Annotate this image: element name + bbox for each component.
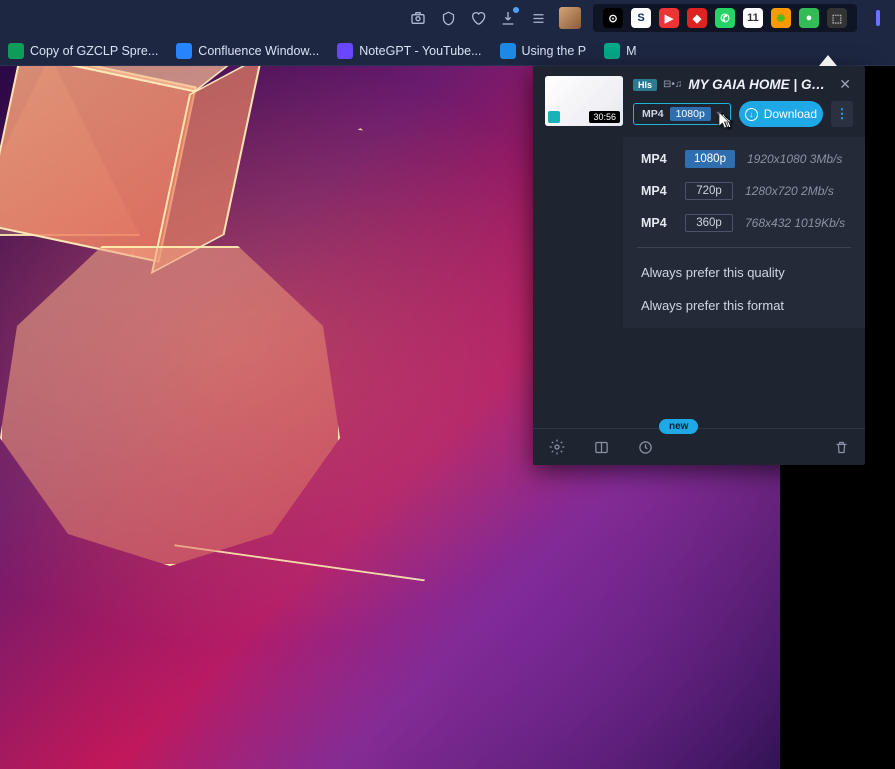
bookmark-item[interactable]: Copy of GZCLP Spre... (8, 43, 158, 59)
bookmark-label: M (626, 44, 636, 58)
pref-format-option[interactable]: Always prefer this format (623, 289, 865, 322)
extension-icon[interactable]: ⬚ (827, 8, 847, 28)
new-badge: new (659, 419, 698, 434)
favicon (604, 43, 620, 59)
quality-res: 720p (685, 182, 733, 200)
heart-icon[interactable] (469, 9, 487, 27)
bookmark-label: NoteGPT - YouTube... (359, 44, 481, 58)
extension-icon[interactable]: 11 (743, 8, 763, 28)
bookmark-item[interactable]: M (604, 43, 636, 59)
video-thumbnail[interactable]: 30:56 (545, 76, 623, 126)
more-button[interactable]: ⋮ (831, 101, 853, 127)
selector-quality: 1080p (670, 107, 711, 121)
hls-badge: Hls (633, 79, 657, 91)
bookmark-item[interactable]: Confluence Window... (176, 43, 319, 59)
profile-avatar[interactable] (559, 7, 581, 29)
thumb-badge-icon (548, 111, 560, 123)
extension-icon[interactable]: ✆ (715, 8, 735, 28)
shield-icon[interactable] (439, 9, 457, 27)
list-icon[interactable] (529, 9, 547, 27)
quality-format: MP4 (641, 216, 673, 230)
close-icon[interactable]: ✕ (837, 76, 853, 93)
extension-icon[interactable]: ● (799, 8, 819, 28)
shape-cube (0, 66, 197, 263)
quality-detail: 1920x1080 3Mb/s (747, 152, 842, 166)
trash-icon[interactable] (831, 437, 851, 457)
panel-icon[interactable] (591, 437, 611, 457)
history-icon[interactable] (635, 437, 655, 457)
video-title: MY GAIA HOME | GAIA (688, 77, 831, 92)
bookmark-label: Using the P (522, 44, 587, 58)
bookmark-item[interactable]: Using the P (500, 43, 587, 59)
format-selector[interactable]: MP4 1080p ▾ (633, 103, 731, 125)
page-content: 30:56 Hls ⊟•♫ MY GAIA HOME | GAIA ✕ MP4 … (0, 66, 895, 769)
thumb-duration: 30:56 (589, 111, 620, 123)
panel-caret (819, 55, 837, 66)
chevron-down-icon: ▾ (717, 109, 722, 120)
extensions-strip: ⊙ S ▶ ◆ ✆ 11 ❋ ● ⬚ (593, 4, 857, 32)
download-button[interactable]: ↓ Download (739, 101, 823, 127)
bookmarks-bar: Copy of GZCLP Spre... Confluence Window..… (0, 36, 895, 66)
quality-option[interactable]: MP4 1080p 1920x1080 3Mb/s (623, 143, 865, 175)
quality-res: 360p (685, 214, 733, 232)
download-tray-icon[interactable] (499, 9, 517, 27)
favicon (8, 43, 24, 59)
download-label: Download (764, 107, 817, 121)
downloader-panel: 30:56 Hls ⊟•♫ MY GAIA HOME | GAIA ✕ MP4 … (533, 66, 865, 465)
panel-footer: new (533, 428, 865, 465)
extension-icon[interactable]: ◆ (687, 8, 707, 28)
quality-detail: 768x432 1019Kb/s (745, 216, 845, 230)
extension-icon[interactable]: ▶ (659, 8, 679, 28)
bookmark-item[interactable]: NoteGPT - YouTube... (337, 43, 481, 59)
quality-format: MP4 (641, 184, 673, 198)
extension-icon[interactable]: ⊙ (603, 8, 623, 28)
pref-quality-option[interactable]: Always prefer this quality (623, 256, 865, 289)
settings-icon[interactable] (547, 437, 567, 457)
quality-dropdown: MP4 1080p 1920x1080 3Mb/s MP4 720p 1280x720 2… (623, 137, 865, 328)
quality-option[interactable]: MP4 360p 768x432 1019Kb/s (623, 207, 865, 239)
favicon (176, 43, 192, 59)
menu-icon[interactable] (869, 9, 887, 27)
browser-toolbar: ⊙ S ▶ ◆ ✆ 11 ❋ ● ⬚ (0, 0, 895, 36)
quality-detail: 1280x720 2Mb/s (745, 184, 834, 198)
bookmark-label: Copy of GZCLP Spre... (30, 44, 158, 58)
download-icon: ↓ (745, 108, 758, 121)
camera-icon[interactable] (409, 9, 427, 27)
selector-format: MP4 (642, 108, 664, 120)
dropdown-separator (637, 247, 851, 248)
extension-icon[interactable]: S (631, 8, 651, 28)
extension-icon[interactable]: ❋ (771, 8, 791, 28)
bookmark-label: Confluence Window... (198, 44, 319, 58)
favicon (500, 43, 516, 59)
quality-res: 1080p (685, 150, 735, 168)
favicon (337, 43, 353, 59)
quality-option[interactable]: MP4 720p 1280x720 2Mb/s (623, 175, 865, 207)
media-type-icons: ⊟•♫ (663, 79, 682, 90)
quality-format: MP4 (641, 152, 673, 166)
